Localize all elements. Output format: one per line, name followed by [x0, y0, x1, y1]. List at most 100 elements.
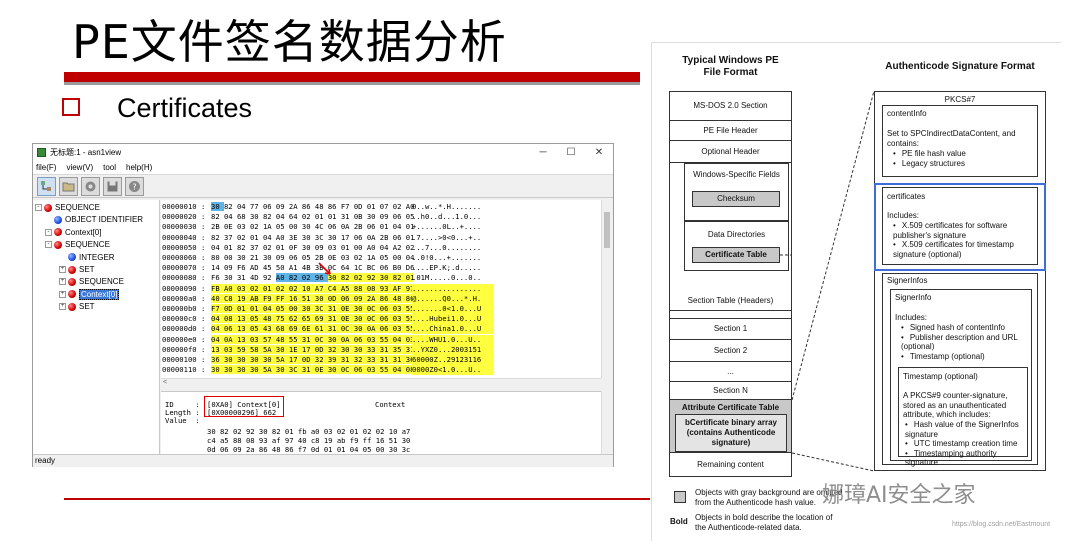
- node-detail-panel: ID : [0XA0] Context[0] Context Length : …: [161, 391, 601, 454]
- close-button[interactable]: ✕: [585, 147, 613, 158]
- hex-byte: 82: [262, 212, 276, 222]
- hex-byte: 43: [262, 324, 276, 334]
- hex-byte: 32: [314, 355, 328, 364]
- hex-row[interactable]: 000000a0 : 40 C8 19 AB F9 FF 16 51 30 0D …: [162, 293, 494, 304]
- hex-byte: 31: [392, 355, 406, 364]
- hex-byte: 04: [379, 242, 393, 252]
- tree-node[interactable]: + Context[0]: [59, 288, 120, 300]
- hex-byte: 0A: [340, 334, 354, 344]
- hex-byte: 03: [236, 283, 250, 293]
- open-folder-icon[interactable]: [59, 176, 78, 196]
- hex-ascii: ....EP.K;.d.....: [412, 263, 482, 273]
- detail-vertical-scrollbar[interactable]: [601, 391, 612, 454]
- hex-row[interactable]: 00000010 : 30 82 04 77 06 09 2A 86 48 86 …: [162, 202, 494, 212]
- hex-row[interactable]: 000000f0 : 13 03 59 58 5A 30 1E 17 0D 32 …: [162, 344, 494, 355]
- hex-row[interactable]: 000000b0 : F7 0D 01 01 04 05 00 30 3C 31 …: [162, 304, 494, 314]
- menu-tool[interactable]: tool: [103, 163, 116, 172]
- hex-byte: 82: [223, 202, 237, 211]
- hex-row[interactable]: 00000030 : 2B 0E 03 02 1A 05 00 30 4C 06 …: [162, 222, 494, 232]
- hex-byte: 03: [327, 242, 341, 252]
- hex-row[interactable]: 00000020 : 82 04 68 30 82 04 64 02 01 01 …: [162, 212, 494, 222]
- slide-title: PE文件签名数据分析: [72, 15, 507, 69]
- hex-byte: 86: [327, 202, 341, 211]
- hex-byte: 61: [314, 324, 328, 334]
- hex-row[interactable]: 000000d0 : 04 06 13 05 43 68 69 6E 61 31 …: [162, 324, 494, 335]
- expand-icon[interactable]: +: [59, 266, 66, 273]
- tree-node[interactable]: + SET: [59, 264, 95, 275]
- window-titlebar[interactable]: 无标题:1 - asn1view ─ ☐ ✕: [33, 144, 613, 161]
- hex-byte: 03: [366, 365, 380, 375]
- hex-byte: 00: [288, 222, 302, 232]
- collapse-icon[interactable]: -: [35, 204, 42, 211]
- hex-view-panel[interactable]: 00000010 : 30 82 04 77 06 09 2A 86 48 86 …: [161, 200, 601, 378]
- hex-ascii: @......Q0...*.H.: [412, 293, 494, 304]
- tree-view-icon[interactable]: [37, 176, 56, 196]
- hex-bytes: 30 82 04 77 06 09 2A 86 48 86 F7 0D 01 0…: [211, 202, 414, 212]
- hex-byte: 01: [366, 202, 380, 211]
- menu-view[interactable]: view(V): [66, 163, 93, 172]
- hex-row[interactable]: 000000e0 : 04 0A 13 03 57 48 55 31 0C 30 …: [162, 334, 494, 345]
- hex-byte: 06: [223, 324, 237, 334]
- tree-node[interactable]: INTEGER: [59, 252, 115, 263]
- hex-vertical-scrollbar[interactable]: [601, 200, 612, 378]
- menu-file[interactable]: file(F): [36, 163, 56, 172]
- hex-byte: 64: [288, 212, 302, 222]
- hex-row[interactable]: 000000c0 : 04 08 13 05 48 75 62 65 69 31 …: [162, 314, 494, 325]
- hex-byte: 68: [275, 324, 289, 334]
- hex-byte: 04: [262, 304, 276, 313]
- hex-byte: A0: [275, 273, 289, 283]
- collapse-icon[interactable]: -: [45, 241, 52, 249]
- scroll-left-arrow-icon[interactable]: <: [163, 379, 167, 386]
- maximize-button[interactable]: ☐: [557, 147, 585, 158]
- hex-byte: 0C: [340, 365, 354, 375]
- hex-address: 00000100 :: [162, 355, 206, 364]
- red-node-icon: [54, 228, 62, 237]
- tree-node[interactable]: OBJECT IDENTIFIER: [45, 214, 143, 225]
- hex-byte: 48: [314, 202, 328, 211]
- record-icon[interactable]: [81, 176, 100, 196]
- data-directories-label: Data Directories: [707, 230, 766, 239]
- hex-bytes: 82 04 68 30 82 04 64 02 01 01 31 0B 30 0…: [211, 212, 414, 222]
- hex-row[interactable]: 00000080 : F6 30 31 4D 92 A0 82 02 96 30 …: [162, 273, 494, 283]
- tree-node[interactable]: + SET: [59, 301, 95, 312]
- hex-ascii: ....Hubei1.0...U: [412, 314, 494, 325]
- tree-node[interactable]: - SEQUENCE: [45, 239, 110, 250]
- hex-byte: 82: [392, 273, 406, 283]
- hex-row[interactable]: 00000040 : 82 37 02 01 04 A0 3E 30 3C 30 …: [162, 233, 494, 243]
- hex-byte: 06: [366, 222, 380, 232]
- hex-byte: 19: [236, 293, 250, 303]
- tree-node[interactable]: - Context[0]: [45, 227, 101, 238]
- menu-help[interactable]: help(H): [126, 163, 152, 172]
- hex-row[interactable]: 00000070 : 14 09 F6 AD 45 50 A1 4B 3B 0C …: [162, 263, 494, 273]
- legend-bold-text: Objects in bold describe the location of…: [695, 513, 833, 532]
- hex-byte: 33: [366, 344, 380, 354]
- hex-row[interactable]: 00000090 : FB A0 03 02 01 02 02 10 A7 C4 …: [162, 283, 494, 294]
- scroll-thumb[interactable]: [604, 212, 610, 248]
- hex-row[interactable]: 00000050 : 04 01 82 37 02 01 0F 30 09 03 …: [162, 243, 494, 253]
- hex-row[interactable]: 00000060 : 80 00 30 21 30 09 06 05 2B 0E …: [162, 253, 494, 263]
- hex-ascii: .......0<1.0...U: [412, 304, 494, 314]
- hex-byte: 30: [275, 365, 289, 375]
- hex-ascii: ....China1.0...U: [412, 324, 494, 335]
- hex-row[interactable]: 00000100 : 36 30 30 30 30 5A 17 0D 32 39 …: [162, 355, 494, 365]
- timestamp-label: Timestamp (optional): [903, 372, 978, 381]
- expand-icon[interactable]: +: [59, 278, 66, 286]
- tree-node[interactable]: - SEQUENCE: [35, 202, 100, 213]
- hex-byte: 05: [379, 253, 393, 262]
- save-disk-icon[interactable]: [103, 176, 122, 196]
- hex-row[interactable]: 00000110 : 30 30 30 30 5A 30 3C 31 0E 30 …: [162, 365, 494, 376]
- help-icon[interactable]: ?: [125, 176, 144, 196]
- hex-byte: 30: [262, 253, 276, 262]
- hex-byte: 02: [392, 202, 406, 211]
- hex-horizontal-scrollbar[interactable]: <: [161, 378, 601, 389]
- expand-icon[interactable]: +: [59, 290, 66, 298]
- asn1-tree-panel[interactable]: - SEQUENCE OBJECT IDENTIFIER - Context[0] - SE…: [33, 200, 160, 454]
- minimize-button[interactable]: ─: [529, 147, 557, 158]
- collapse-icon[interactable]: -: [45, 228, 52, 236]
- expand-icon[interactable]: +: [59, 303, 66, 311]
- hex-byte: 88: [353, 283, 367, 293]
- footer-line: [64, 498, 650, 500]
- tree-node[interactable]: + SEQUENCE: [59, 276, 124, 287]
- hex-byte: 2A: [366, 293, 380, 303]
- legend-bold-label: Bold: [670, 517, 688, 526]
